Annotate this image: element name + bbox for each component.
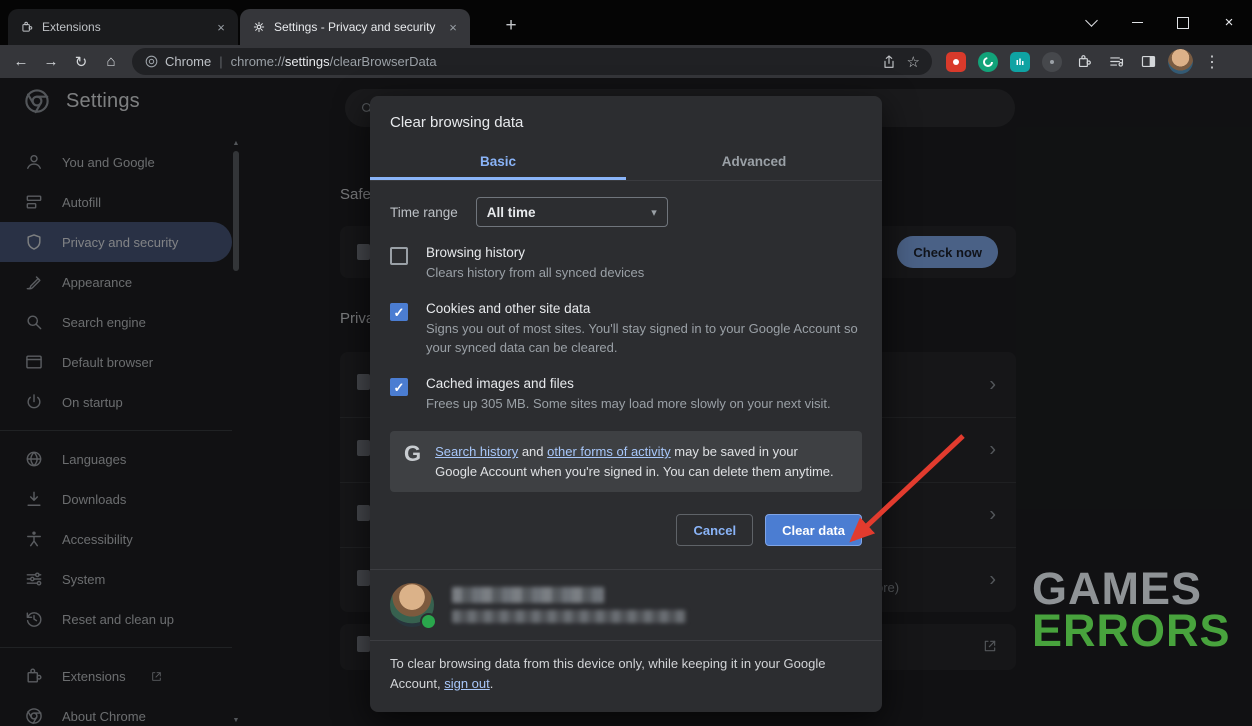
home-button[interactable]: ⌂ (96, 48, 126, 76)
bookmark-star-icon[interactable]: ☆ (907, 53, 920, 71)
account-row (370, 570, 882, 640)
clear-browsing-data-dialog: Clear browsing data Basic Advanced Time … (370, 96, 882, 712)
share-icon[interactable] (881, 54, 897, 70)
minimize-button[interactable] (1114, 0, 1160, 45)
tab-extensions[interactable]: Extensions × (8, 9, 238, 45)
close-tab-icon[interactable]: × (212, 18, 230, 36)
time-range-label: Time range (390, 205, 458, 220)
browsing-history-checkbox[interactable] (390, 247, 408, 265)
checkbox-desc: Frees up 305 MB. Some sites may load mor… (426, 394, 831, 414)
browser-toolbar: ← → ↻ ⌂ Chrome | chrome://settings/clear… (0, 45, 1252, 78)
note-mid: and (518, 444, 547, 459)
media-queue-icon[interactable] (1100, 48, 1132, 76)
url-path: /clearBrowserData (330, 54, 437, 69)
account-avatar (390, 583, 434, 627)
redacted-account-name (452, 587, 604, 603)
teal-extension-icon[interactable] (1004, 48, 1036, 76)
google-account-note: G Search history and other forms of acti… (390, 431, 862, 492)
dialog-title: Clear browsing data (370, 96, 882, 145)
url-scheme: chrome:// (231, 54, 285, 69)
checkbox-title: Browsing history (426, 245, 644, 260)
close-tab-icon[interactable]: × (444, 18, 462, 36)
forward-button[interactable]: → (36, 48, 66, 76)
chrome-site-icon (144, 54, 159, 69)
cancel-button[interactable]: Cancel (676, 514, 753, 546)
address-bar[interactable]: Chrome | chrome://settings/clearBrowserD… (132, 48, 932, 75)
cookies-checkbox[interactable] (390, 303, 408, 321)
checkbox-desc: Signs you out of most sites. You'll stay… (426, 319, 862, 358)
close-window-button[interactable]: × (1206, 0, 1252, 45)
maximize-button[interactable] (1160, 0, 1206, 45)
browsing-history-row: Browsing history Clears history from all… (390, 245, 862, 283)
browser-menu-icon[interactable]: ⋮ (1196, 48, 1228, 76)
time-range-row: Time range All time ▾ (390, 197, 862, 227)
grammarly-extension-icon[interactable] (972, 48, 1004, 76)
dark-extension-icon[interactable] (1036, 48, 1068, 76)
reload-button[interactable]: ↻ (66, 48, 96, 76)
browser-window: Extensions × Settings - Privacy and secu… (0, 0, 1252, 726)
tab-advanced[interactable]: Advanced (626, 145, 882, 180)
extensions-puzzle-icon[interactable] (1068, 48, 1100, 76)
dialog-body: Time range All time ▾ Browsing history C… (370, 181, 882, 546)
cached-images-checkbox[interactable] (390, 378, 408, 396)
adblock-extension-icon[interactable] (940, 48, 972, 76)
title-bar: Extensions × Settings - Privacy and secu… (0, 0, 1252, 45)
gear-icon (252, 20, 266, 34)
google-logo-icon: G (404, 442, 421, 466)
sign-out-link[interactable]: sign out (444, 676, 490, 691)
tab-search-chevron-icon[interactable] (1068, 0, 1114, 45)
window-controls: × (1068, 0, 1252, 45)
checkbox-desc: Clears history from all synced devices (426, 263, 644, 283)
url-host: settings (285, 54, 330, 69)
clear-data-button[interactable]: Clear data (765, 514, 862, 546)
cached-images-row: Cached images and files Frees up 305 MB.… (390, 376, 862, 414)
search-history-link[interactable]: Search history (435, 444, 518, 459)
other-activity-link[interactable]: other forms of activity (547, 444, 671, 459)
checkbox-title: Cookies and other site data (426, 301, 862, 316)
tab-basic[interactable]: Basic (370, 145, 626, 180)
tab-title: Extensions (42, 20, 204, 34)
footer-period: . (490, 676, 494, 691)
tab-title: Settings - Privacy and security (274, 20, 436, 34)
dialog-tabs: Basic Advanced (370, 145, 882, 181)
dialog-actions: Cancel Clear data (390, 514, 862, 546)
cookies-row: Cookies and other site data Signs you ou… (390, 301, 862, 358)
checkbox-title: Cached images and files (426, 376, 831, 391)
new-tab-button[interactable]: + (497, 12, 525, 40)
google-note-text: Search history and other forms of activi… (435, 442, 835, 481)
url-divider: | (219, 54, 222, 69)
redacted-account-info (452, 587, 686, 623)
sync-status-badge (420, 613, 437, 630)
caret-down-icon: ▾ (651, 206, 657, 219)
side-panel-icon[interactable] (1132, 48, 1164, 76)
extensions-area: ⋮ (940, 48, 1228, 76)
site-label: Chrome (165, 54, 211, 69)
tab-settings[interactable]: Settings - Privacy and security × (240, 9, 470, 45)
puzzle-icon (20, 20, 34, 34)
back-button[interactable]: ← (6, 48, 36, 76)
time-range-select[interactable]: All time ▾ (476, 197, 668, 227)
profile-avatar[interactable] (1164, 48, 1196, 76)
time-range-value: All time (487, 205, 536, 220)
redacted-account-email (452, 610, 686, 623)
dialog-footer-note: To clear browsing data from this device … (370, 641, 882, 712)
